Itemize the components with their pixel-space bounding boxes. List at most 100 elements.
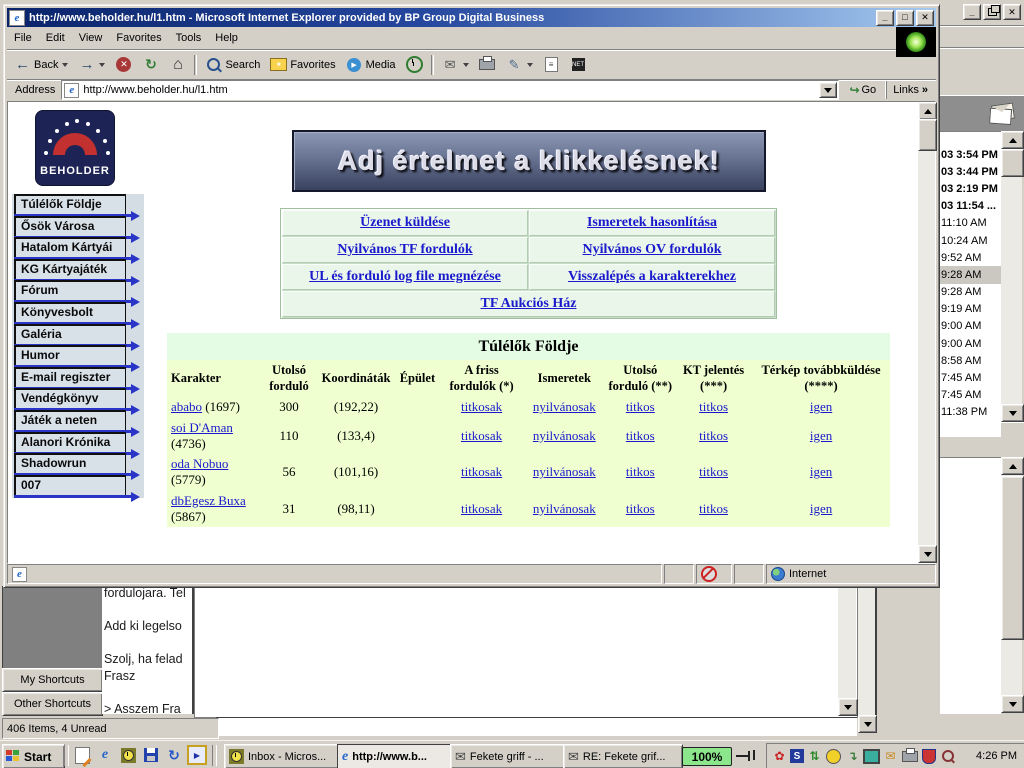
knowledge-link[interactable]: nyilvánosak <box>533 501 596 516</box>
task-re-fekete-griff[interactable]: ✉ RE: Fekete grif... <box>563 744 683 768</box>
refresh-button[interactable]: ↻ <box>137 52 164 78</box>
mail-button[interactable]: ✉ <box>437 52 474 78</box>
sidebar-item-label[interactable]: 007 <box>14 475 126 496</box>
last-turn-link[interactable]: titkos <box>626 399 655 414</box>
sidebar-item[interactable]: Hatalom Kártyái <box>12 237 144 259</box>
last-turn-link[interactable]: titkos <box>626 501 655 516</box>
fresh-turns-link[interactable]: titkosak <box>461 464 502 479</box>
stop-button[interactable]: ✕ <box>110 52 137 78</box>
tray-messenger-icon[interactable] <box>825 748 842 765</box>
kt-report-link[interactable]: titkos <box>699 428 728 443</box>
scroll-down-button[interactable] <box>1001 404 1024 422</box>
message-received-time[interactable]: 7:45 AM <box>940 387 1001 404</box>
sidebar-item[interactable]: Shadowrun <box>12 453 144 475</box>
quicklaunch-ie-icon[interactable]: e <box>95 745 115 765</box>
map-forward-link[interactable]: igen <box>810 428 832 443</box>
character-name-link[interactable]: soi D'Aman <box>171 420 233 435</box>
quick-link[interactable]: Ismeretek hasonlítása <box>587 215 717 230</box>
menu-view[interactable]: View <box>72 29 110 47</box>
home-button[interactable]: ⌂ <box>164 52 191 78</box>
search-button[interactable]: Search <box>200 52 265 78</box>
message-body-scrollbar[interactable] <box>838 588 856 716</box>
sidebar-item[interactable]: Ősök Városa <box>12 216 144 238</box>
sidebar-item-label[interactable]: Játék a neten <box>14 410 126 431</box>
taskbar-clock[interactable]: 4:26 PM <box>976 750 1017 762</box>
quick-link[interactable]: Üzenet küldése <box>360 215 450 230</box>
menu-tools[interactable]: Tools <box>169 29 209 47</box>
character-name-link[interactable]: oda Nobuo <box>171 456 228 471</box>
menu-file[interactable]: File <box>7 29 39 47</box>
sidebar-item-label[interactable]: KG Kártyajáték <box>14 259 126 280</box>
character-name-link[interactable]: dbEgesz Buxa <box>171 493 246 508</box>
quick-link[interactable]: Nyilvános TF fordulók <box>337 242 472 257</box>
message-received-time[interactable]: 03 2:19 PM <box>940 180 1001 197</box>
media-button[interactable]: ▶ Media <box>341 52 401 78</box>
sidebar-item-label[interactable]: Galéria <box>14 324 126 345</box>
scroll-down-button[interactable] <box>858 715 877 733</box>
menu-favorites[interactable]: Favorites <box>109 29 168 47</box>
sidebar-item[interactable]: KG Kártyajáték <box>12 259 144 281</box>
scrollbar-thumb[interactable] <box>918 119 937 151</box>
page-scrollbar[interactable] <box>918 102 935 563</box>
tray-sync-arrows-icon[interactable]: ⇅ <box>806 748 823 765</box>
sidebar-item-label[interactable]: Vendégkönyv <box>14 388 126 409</box>
tray-s-badge-icon[interactable]: S <box>790 749 804 763</box>
message-received-time[interactable]: 9:00 AM <box>940 335 1001 352</box>
scroll-down-button[interactable] <box>918 545 937 563</box>
ad-banner[interactable]: Adj értelmet a klikkelésnek! <box>292 130 766 192</box>
message-received-time[interactable]: 03 3:54 PM <box>940 146 1001 163</box>
message-received-time[interactable]: 9:19 AM <box>940 301 1001 318</box>
message-received-time[interactable]: 11:38 PM <box>940 404 1001 421</box>
outlook-restore-button[interactable] <box>983 4 1001 20</box>
quick-link[interactable]: UL és forduló log file megnézése <box>309 269 501 284</box>
minimize-button[interactable]: _ <box>876 10 894 26</box>
kt-report-link[interactable]: titkos <box>699 464 728 479</box>
messenger-button[interactable]: NET <box>565 52 592 78</box>
message-received-time[interactable]: 11:10 AM <box>940 215 1001 232</box>
sidebar-item-label[interactable]: Fórum <box>14 280 126 301</box>
message-received-time[interactable]: 03 11:54 ... <box>940 198 1001 215</box>
links-bar[interactable]: Links » <box>886 81 934 99</box>
sidebar-item-label[interactable]: Humor <box>14 345 126 366</box>
sidebar-item[interactable]: Játék a neten <box>12 410 144 432</box>
task-fekete-griff[interactable]: ✉ Fekete griff - ... <box>450 744 570 768</box>
fresh-turns-link[interactable]: titkosak <box>461 501 502 516</box>
discuss-button[interactable]: ≡ <box>538 52 565 78</box>
last-turn-link[interactable]: titkos <box>626 428 655 443</box>
quick-link-auction-house[interactable]: TF Aukciós Ház <box>481 296 577 311</box>
task-ie-beholder[interactable]: e http://www.b... <box>337 744 457 768</box>
sidebar-item[interactable]: Vendégkönyv <box>12 388 144 410</box>
knowledge-link[interactable]: nyilvánosak <box>533 464 596 479</box>
message-received-time[interactable]: 10:24 AM <box>940 232 1001 249</box>
quicklaunch-mediaplayer-icon[interactable]: ▶ <box>187 745 207 765</box>
map-forward-link[interactable]: igen <box>810 399 832 414</box>
message-received-time[interactable]: 9:28 AM <box>940 284 1001 301</box>
outlook-minimize-button[interactable]: _ <box>963 4 981 20</box>
menu-help[interactable]: Help <box>208 29 245 47</box>
edit-button[interactable]: ✎ <box>501 52 538 78</box>
back-dropdown-icon[interactable] <box>62 63 68 67</box>
my-shortcuts-button[interactable]: My Shortcuts <box>2 668 103 692</box>
scroll-down-button[interactable] <box>838 698 858 716</box>
message-received-time[interactable]: 03 3:44 PM <box>940 163 1001 180</box>
tray-display-icon[interactable] <box>863 748 880 765</box>
print-button[interactable] <box>474 52 501 78</box>
ie-titlebar[interactable]: e http://www.beholder.hu/l1.htm - Micros… <box>7 8 936 27</box>
sidebar-item[interactable]: Könyvesbolt <box>12 302 144 324</box>
go-button[interactable]: ↪ Go <box>843 82 882 98</box>
scroll-up-button[interactable] <box>1001 457 1024 475</box>
message-received-time[interactable]: 7:45 AM <box>940 369 1001 386</box>
message-received-time[interactable]: 8:58 AM <box>940 352 1001 369</box>
forward-button[interactable]: → <box>73 52 110 78</box>
fresh-turns-link[interactable]: titkosak <box>461 428 502 443</box>
knowledge-link[interactable]: nyilvánosak <box>533 399 596 414</box>
sidebar-item-label[interactable]: E-mail regiszter <box>14 367 126 388</box>
sidebar-item-label[interactable]: Hatalom Kártyái <box>14 237 126 258</box>
tray-antivirus-shield-icon[interactable] <box>920 748 937 765</box>
map-forward-link[interactable]: igen <box>810 501 832 516</box>
back-button[interactable]: ← Back <box>9 52 73 78</box>
tray-pinwheel-icon[interactable]: ✿ <box>771 748 788 765</box>
tray-printer-icon[interactable] <box>901 748 918 765</box>
sidebar-item[interactable]: Alanori Krónika <box>12 432 144 454</box>
fresh-turns-link[interactable]: titkosak <box>461 399 502 414</box>
